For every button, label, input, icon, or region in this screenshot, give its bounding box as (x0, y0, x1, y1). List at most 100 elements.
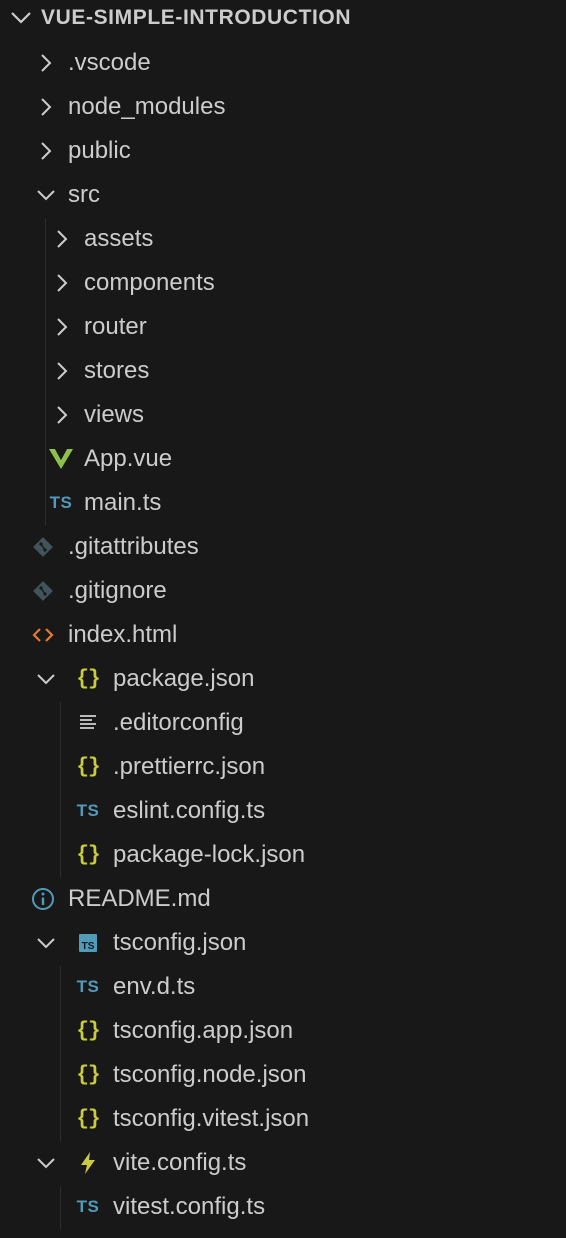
folder-item-node-modules[interactable]: node_modules (0, 85, 566, 129)
item-label: node_modules (68, 93, 226, 120)
item-label: index.html (68, 621, 178, 648)
json-icon: {} (75, 1063, 101, 1087)
json-icon: {} (75, 667, 101, 691)
item-label: main.ts (84, 489, 162, 516)
file-item-vitest-config-ts[interactable]: TS vitest.config.ts (0, 1185, 566, 1229)
item-label: package.json (113, 665, 255, 692)
config-lines-icon-svg (80, 715, 96, 729)
info-icon-svg (32, 888, 54, 910)
file-item-eslint-config-ts[interactable]: TS eslint.config.ts (0, 789, 566, 833)
file-item-main-ts[interactable]: TS main.ts (0, 481, 566, 525)
file-item-app-vue[interactable]: App.vue (0, 437, 566, 481)
item-label: tsconfig.app.json (113, 1017, 294, 1044)
file-item-package-json[interactable]: {} package.json (0, 657, 566, 701)
chevron-right-icon[interactable] (36, 141, 56, 166)
typescript-icon-text: TS (76, 977, 100, 996)
chevron-down-icon[interactable] (36, 933, 56, 958)
folder-item-src[interactable]: src (0, 173, 566, 217)
typescript-icon-text: TS (76, 1197, 100, 1216)
tsconfig-icon-svg: TS (79, 934, 97, 952)
explorer-root-label: VUE-SIMPLE-INTRODUCTION (41, 6, 352, 29)
file-item-env-d-ts[interactable]: TS env.d.ts (0, 965, 566, 1009)
item-label: .gitignore (68, 577, 167, 604)
chevron-down-icon[interactable] (36, 1153, 56, 1178)
typescript-icon: TS (75, 799, 101, 823)
item-label: assets (84, 225, 154, 252)
item-label: public (68, 137, 131, 164)
typescript-icon-text: TS (49, 493, 73, 512)
folder-item-components[interactable]: components (0, 261, 566, 305)
vue-icon-svg (49, 449, 73, 469)
vue-icon (48, 447, 74, 471)
file-item-tsconfig-app-json[interactable]: {} tsconfig.app.json (0, 1009, 566, 1053)
json-icon-text: {} (76, 1107, 100, 1131)
info-icon (30, 887, 56, 911)
file-item-gitignore[interactable]: .gitignore (0, 569, 566, 613)
item-label: README.md (68, 885, 211, 912)
tsconfig-icon: TS (75, 931, 101, 955)
chevron-right-icon[interactable] (36, 53, 56, 78)
item-label: vitest.config.ts (113, 1193, 266, 1220)
json-icon: {} (75, 1019, 101, 1043)
file-item-prettierrc-json[interactable]: {} .prettierrc.json (0, 745, 566, 789)
file-item-vite-config-ts[interactable]: vite.config.ts (0, 1141, 566, 1185)
config-lines-icon (75, 711, 101, 735)
chevron-right-icon[interactable] (52, 405, 72, 430)
file-item-readme-md[interactable]: README.md (0, 877, 566, 921)
file-item-index-html[interactable]: index.html (0, 613, 566, 657)
git-icon (30, 579, 56, 603)
json-icon: {} (75, 1107, 101, 1131)
folder-item-router[interactable]: router (0, 305, 566, 349)
item-label: .prettierrc.json (113, 753, 266, 780)
json-icon-text: {} (76, 843, 100, 867)
explorer-root-folder[interactable]: VUE-SIMPLE-INTRODUCTION (0, 0, 566, 36)
chevron-right-icon[interactable] (36, 97, 56, 122)
chevron-down-icon[interactable] (36, 669, 56, 694)
json-icon-text: {} (76, 667, 100, 691)
file-item-tsconfig-json[interactable]: TS tsconfig.json (0, 921, 566, 965)
chevron-down-icon[interactable] (10, 8, 32, 28)
vite-icon (75, 1151, 101, 1175)
item-label: package-lock.json (113, 841, 306, 868)
item-label: env.d.ts (113, 973, 196, 1000)
folder-item-public[interactable]: public (0, 129, 566, 173)
item-label: components (84, 269, 215, 296)
file-item-package-lock-json[interactable]: {} package-lock.json (0, 833, 566, 877)
html-icon-svg (32, 628, 54, 642)
file-item-tsconfig-vitest-json[interactable]: {} tsconfig.vitest.json (0, 1097, 566, 1141)
html-icon (30, 623, 56, 647)
file-item-tsconfig-node-json[interactable]: {} tsconfig.node.json (0, 1053, 566, 1097)
chevron-right-icon[interactable] (52, 317, 72, 342)
typescript-icon: TS (48, 491, 74, 515)
item-label: stores (84, 357, 150, 384)
item-label: eslint.config.ts (113, 797, 266, 824)
item-label: vite.config.ts (113, 1149, 247, 1176)
git-icon-svg (33, 581, 53, 601)
file-explorer: VUE-SIMPLE-INTRODUCTION .vscode node_modu… (0, 0, 566, 1238)
typescript-icon-text: TS (76, 801, 100, 820)
item-label: tsconfig.node.json (113, 1061, 307, 1088)
item-label: tsconfig.vitest.json (113, 1105, 310, 1132)
folder-item-vscode[interactable]: .vscode (0, 41, 566, 85)
folder-item-views[interactable]: views (0, 393, 566, 437)
json-icon-text: {} (76, 1063, 100, 1087)
json-icon-text: {} (76, 755, 100, 779)
folder-item-assets[interactable]: assets (0, 217, 566, 261)
item-label: .gitattributes (68, 533, 199, 560)
item-label: src (68, 181, 100, 208)
json-icon-text: {} (76, 1019, 100, 1043)
item-label: .vscode (68, 49, 151, 76)
item-label: App.vue (84, 445, 173, 472)
git-icon (30, 535, 56, 559)
git-icon-svg (33, 537, 53, 557)
file-item-editorconfig[interactable]: .editorconfig (0, 701, 566, 745)
chevron-right-icon[interactable] (52, 229, 72, 254)
typescript-icon: TS (75, 1195, 101, 1219)
chevron-down-icon[interactable] (36, 185, 56, 210)
chevron-right-icon[interactable] (52, 273, 72, 298)
chevron-right-icon[interactable] (52, 361, 72, 386)
file-item-gitattributes[interactable]: .gitattributes (0, 525, 566, 569)
vite-icon-svg (81, 1152, 95, 1174)
folder-item-stores[interactable]: stores (0, 349, 566, 393)
json-icon: {} (75, 843, 101, 867)
